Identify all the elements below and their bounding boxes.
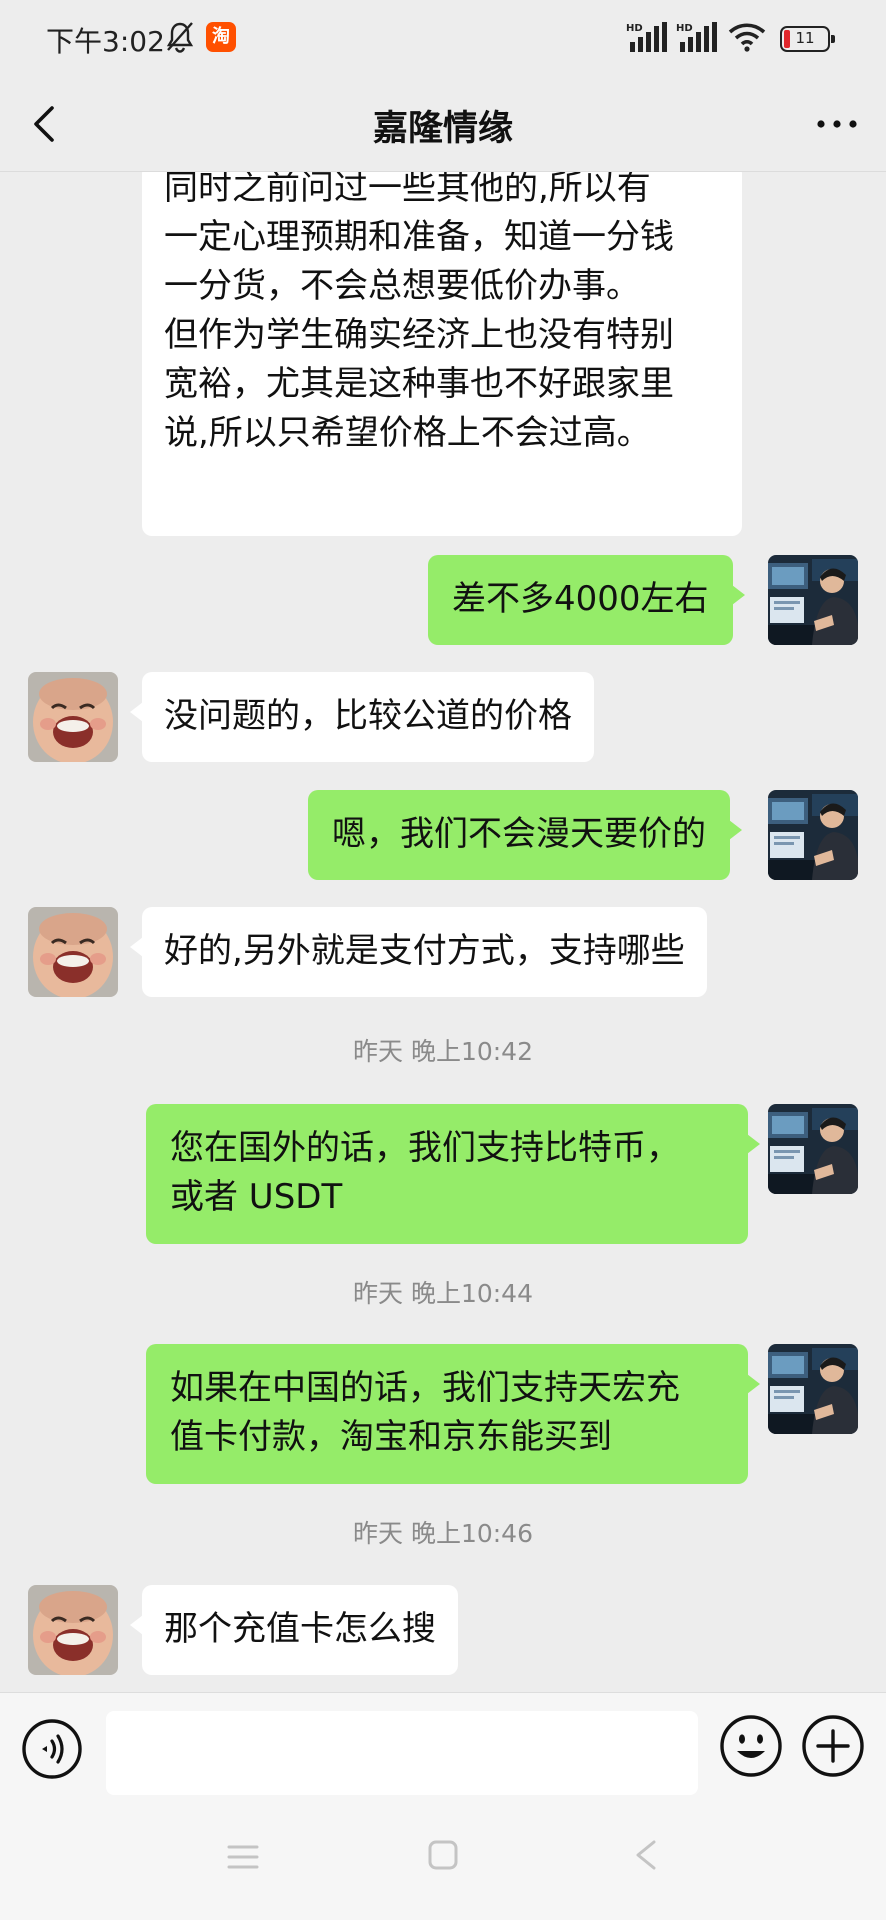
plus-circle-icon[interactable]	[800, 1713, 866, 1779]
message-text-line: 如果在中国的话，我们支持天宏充	[170, 1368, 680, 1408]
message-text-line: 好的,另外就是支付方式，支持哪些	[164, 931, 685, 971]
system-nav-bar	[0, 1800, 886, 1920]
message-text-line: 或者 USDT	[170, 1177, 343, 1217]
voice-icon[interactable]	[20, 1717, 84, 1781]
battery-level: 11	[795, 29, 815, 47]
menu-icon[interactable]	[226, 1842, 260, 1872]
message-bubble-incoming[interactable]: 没问题的，比较公道的价格	[130, 672, 594, 762]
avatar-self[interactable]	[768, 555, 858, 645]
message-text-line: 宽裕，尤其是这种事也不好跟家里	[164, 364, 674, 404]
timestamp: 昨天 晚上10:44	[353, 1279, 533, 1308]
message-bubble-outgoing[interactable]: 如果在中国的话，我们支持天宏充 值卡付款，淘宝和京东能买到	[146, 1344, 760, 1484]
timestamp: 昨天 晚上10:46	[353, 1519, 533, 1548]
chat-messages: 同时之前问过一些其他的,所以有 一定心理预期和准备，知道一分钱 一分货，不会总想…	[0, 172, 886, 1692]
avatar-self-image	[768, 1344, 858, 1434]
chat-title: 嘉隆情缘	[372, 109, 513, 149]
message-bubble-incoming[interactable]: 那个充值卡怎么搜	[130, 1585, 458, 1675]
message-bubble-incoming[interactable]: 同时之前问过一些其他的,所以有 一定心理预期和准备，知道一分钱 一分货，不会总想…	[142, 172, 742, 536]
status-bar: 下午3:02 淘 HD HD 11	[0, 0, 886, 78]
input-bar	[0, 1692, 886, 1800]
avatar-contact-image	[28, 672, 118, 762]
message-text-line: 那个充值卡怎么搜	[164, 1609, 436, 1649]
back-triangle-icon[interactable]	[632, 1838, 660, 1872]
status-time: 下午3:02	[46, 25, 165, 58]
avatar-self[interactable]	[768, 1344, 858, 1434]
battery-icon: 11	[780, 26, 835, 52]
signal-1-label: HD	[626, 23, 643, 34]
emoji-icon[interactable]	[718, 1713, 784, 1779]
message-text-line: 值卡付款，淘宝和京东能买到	[170, 1417, 612, 1457]
avatar-contact-image	[28, 907, 118, 997]
avatar-self[interactable]	[768, 1104, 858, 1194]
avatar-contact[interactable]	[28, 907, 118, 997]
avatar-self-image	[768, 555, 858, 645]
chat-header: 嘉隆情缘	[0, 78, 886, 172]
message-text-line: 您在国外的话，我们支持比特币，	[170, 1128, 680, 1168]
avatar-contact-image	[28, 1585, 118, 1675]
message-bubble-outgoing[interactable]: 差不多4000左右	[428, 555, 745, 645]
avatar-self-image	[768, 790, 858, 880]
message-text-line: 一分货，不会总想要低价办事。	[164, 266, 640, 306]
message-text-line: 没问题的，比较公道的价格	[164, 696, 572, 736]
bell-muted-icon	[166, 22, 194, 53]
taobao-app-icon: 淘	[206, 22, 236, 52]
avatar-contact[interactable]	[28, 672, 118, 762]
message-text-line: 一定心理预期和准备，知道一分钱	[164, 217, 674, 257]
timestamp: 昨天 晚上10:42	[353, 1037, 533, 1066]
message-bubble-incoming[interactable]: 好的,另外就是支付方式，支持哪些	[130, 907, 707, 997]
more-horizontal-icon[interactable]	[806, 96, 868, 152]
message-input[interactable]	[106, 1711, 698, 1795]
message-bubble-outgoing[interactable]: 您在国外的话，我们支持比特币， 或者 USDT	[146, 1104, 760, 1244]
avatar-contact[interactable]	[28, 1585, 118, 1675]
message-text-line: 说,所以只希望价格上不会过高。	[164, 413, 651, 453]
message-text-line: 但作为学生确实经济上也没有特别	[164, 315, 674, 355]
cellular-signal-2-icon: HD	[676, 22, 717, 52]
message-text-line: 嗯，我们不会漫天要价的	[332, 814, 706, 854]
message-text-line: 同时之前问过一些其他的,所以有	[164, 172, 651, 208]
cellular-signal-icon: HD	[626, 22, 667, 52]
square-icon[interactable]	[426, 1838, 460, 1872]
signal-2-label: HD	[676, 23, 693, 34]
wifi-icon	[728, 23, 766, 52]
avatar-self-image	[768, 1104, 858, 1194]
avatar-self[interactable]	[768, 790, 858, 880]
message-text-line: 差不多4000左右	[452, 579, 709, 619]
message-bubble-outgoing[interactable]: 嗯，我们不会漫天要价的	[308, 790, 742, 880]
